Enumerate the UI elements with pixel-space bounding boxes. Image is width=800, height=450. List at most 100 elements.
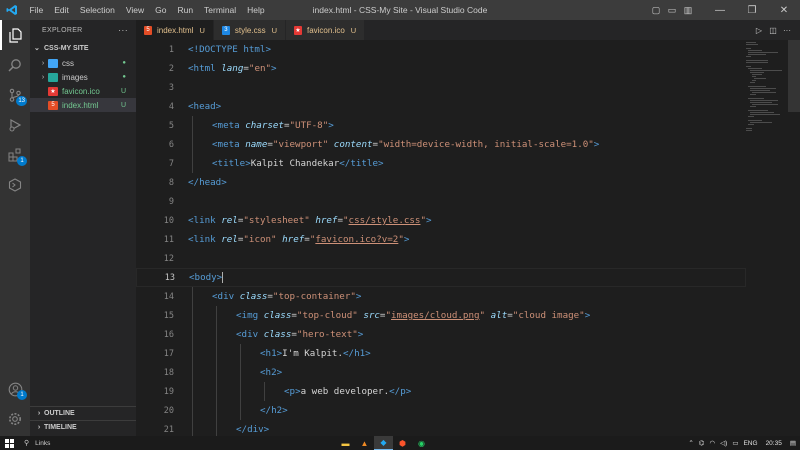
menu-help[interactable]: Help [242,0,270,20]
toggle-panel-icon[interactable]: ▭ [664,0,680,20]
string-token: "width=device-width, initial-scale=1.0" [378,139,594,150]
attr-token: rel [221,234,238,245]
line-number: 11 [163,234,174,245]
show-hidden-icons-icon[interactable]: ⌃ [688,439,693,447]
attr-token: alt [490,310,508,321]
tree-item-label: index.html [62,100,99,110]
close-button[interactable]: ✕ [768,0,800,20]
link-token[interactable]: css/style.css [349,215,421,226]
attr-token: content [333,139,373,150]
extensions-icon[interactable]: 1 [0,140,30,170]
link-token[interactable]: images/cloud.png [391,310,480,321]
run-debug-icon[interactable] [0,110,30,140]
whatsapp-icon[interactable]: ◉ [412,436,431,450]
vertical-scrollbar[interactable] [788,40,800,436]
text-token: a web developer. [300,386,390,397]
line-number: 19 [163,386,174,397]
minimap[interactable] [746,40,786,160]
tab-index-html[interactable]: 5 index.html U [136,20,214,40]
code-line: 19 <p>a web developer.</p> [136,382,746,401]
taskbar-search[interactable]: ⚲ Links [18,436,128,450]
minimize-button[interactable]: — [704,0,736,20]
css-icon: 3 [221,25,230,35]
volume-icon[interactable]: ◁) [720,439,727,447]
remote-explorer-icon[interactable] [0,170,30,200]
toggle-sidebar-icon[interactable]: ▢ [648,0,664,20]
vscode-taskbar-icon[interactable]: ◆ [374,436,393,450]
code-line: 10 <link rel="stylesheet" href="css/styl… [136,211,746,230]
code-text: <meta name="viewport" content="width=dev… [212,139,600,150]
menu-terminal[interactable]: Terminal [199,0,242,20]
timeline-section[interactable]: › TIMELINE [30,420,136,434]
menu-view[interactable]: View [120,0,149,20]
vscode-logo-icon[interactable] [0,0,24,20]
string-token: "cloud image" [512,310,585,321]
chevron-right-icon: › [37,410,41,417]
outline-label: OUTLINE [44,410,75,417]
code-line: 21 </div> [136,420,746,436]
code-text: <!DOCTYPE html> [188,44,271,55]
code-text: <html lang="en"> [188,63,277,74]
search-icon[interactable] [0,50,30,80]
workspace-section-header[interactable]: ⌄ CSS-MY SITE [30,40,136,56]
source-control-icon[interactable]: 13 [0,80,30,110]
workspace-name: CSS-MY SITE [44,44,89,52]
tag-token: <img [236,310,259,321]
tag-token: <head> [188,101,222,112]
windows-start-icon[interactable] [0,436,18,450]
tree-file-favicon[interactable]: ★ favicon.ico U [30,84,136,98]
code-text: <title>Kalpit Chandekar</title> [212,158,384,169]
link-token[interactable]: favicon.ico?v=2 [315,234,398,245]
code-line: 11 <link rel="icon" href="favicon.ico?v=… [136,230,746,249]
window-controls: ▢ ▭ ▥ — ❐ ✕ [648,0,800,20]
code-text: <h1>I'm Kalpit.</h1> [260,348,371,359]
code-line: 16 <div class="hero-text"> [136,325,746,344]
file-explorer-icon[interactable]: ▬ [336,436,355,450]
layout-icon[interactable]: ▥ [680,0,696,20]
clock[interactable]: 20:35 [766,440,782,447]
run-icon[interactable]: ▷ [752,26,766,35]
tree-folder-css[interactable]: › css ● [30,56,136,70]
brave-browser-icon[interactable]: ⬢ [393,436,412,450]
code-line: 2 <html lang="en"> [136,59,746,78]
images-folder-icon [48,72,58,82]
outline-section[interactable]: › OUTLINE [30,406,136,420]
menu-go[interactable]: Go [150,0,172,20]
tab-favicon-ico[interactable]: ★ favicon.ico U [285,20,366,40]
tree-folder-images[interactable]: › images ● [30,70,136,84]
timeline-label: TIMELINE [44,424,77,431]
string-token: "icon" [243,234,277,245]
menu-file[interactable]: File [24,0,49,20]
doctype-token: <!DOCTYPE html> [188,44,271,55]
code-line: 1 <!DOCTYPE html> [136,40,746,59]
wifi-icon[interactable]: ◠ [709,439,715,447]
split-editor-icon[interactable]: ◫ [766,26,780,35]
battery-icon[interactable]: ▭ [732,439,738,447]
code-line: 12 [136,249,746,268]
code-text: </div> [236,424,269,435]
code-text: </h2> [260,405,288,416]
scrollbar-thumb[interactable] [788,40,800,112]
network-icon[interactable]: ⌬ [699,439,705,447]
editor-tabs: 5 index.html U 3 style.css U ★ favicon.i… [136,20,800,40]
code-editor[interactable]: 1 <!DOCTYPE html> 2 <html lang="en"> 3 4… [136,40,800,436]
search-icon: ⚲ [24,440,30,447]
more-actions-icon[interactable]: ··· [118,25,128,35]
attr-token: name [245,139,268,150]
more-actions-icon[interactable]: ··· [780,26,794,35]
menu-edit[interactable]: Edit [49,0,75,20]
menu-selection[interactable]: Selection [74,0,120,20]
language-indicator[interactable]: ENG [743,440,757,447]
notifications-icon[interactable]: ▤ [790,439,796,447]
attr-token: lang [221,63,244,74]
menu-run[interactable]: Run [172,0,199,20]
tree-file-index-html[interactable]: 5 index.html U [30,98,136,112]
settings-gear-icon[interactable] [0,404,30,434]
accounts-icon[interactable]: 1 [0,374,30,404]
tab-style-css[interactable]: 3 style.css U [213,20,286,40]
vlc-icon[interactable]: ▲ [355,436,374,450]
explorer-icon[interactable] [0,20,30,50]
string-token: "stylesheet" [243,215,310,226]
code-text: <link rel="icon" href="favicon.ico?v=2"> [188,234,410,245]
restore-button[interactable]: ❐ [736,0,768,20]
